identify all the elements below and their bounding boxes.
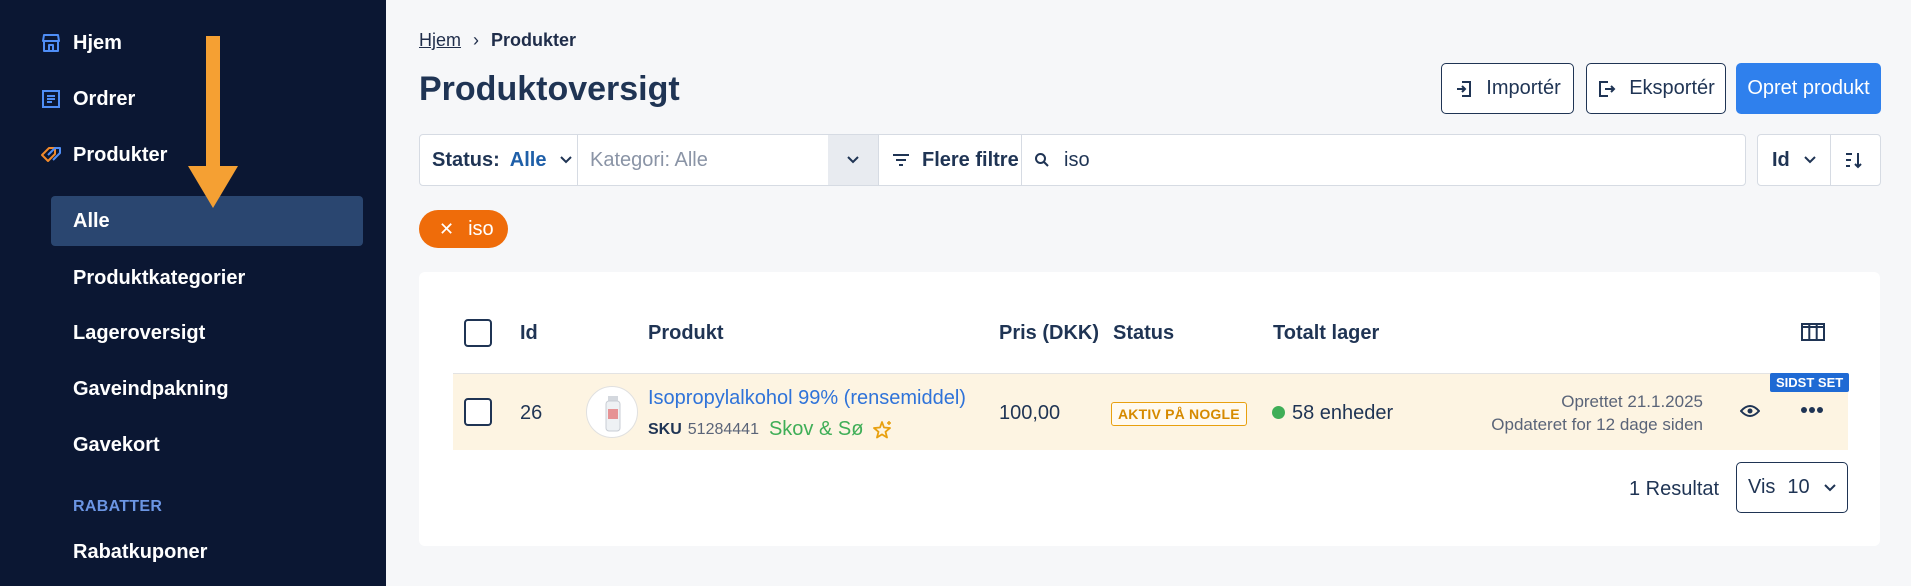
search-input[interactable]: iso	[1034, 135, 1090, 185]
search-value: iso	[1064, 148, 1090, 171]
status-filter-value: Alle	[509, 148, 547, 171]
sort-field-value: Id	[1772, 148, 1790, 171]
search-icon	[1034, 152, 1050, 168]
per-page-label: Vis	[1748, 476, 1776, 498]
nav-label: Produkter	[73, 143, 168, 166]
sub-item-label: Lageroversigt	[73, 321, 206, 344]
store-icon	[40, 32, 62, 54]
sidebar-item-gift-wrap[interactable]: Gaveindpakning	[51, 364, 363, 414]
divider	[1021, 135, 1022, 185]
import-button[interactable]: Importér	[1441, 63, 1574, 114]
chip-label: iso	[468, 217, 494, 240]
product-meta: SKU 51284441 Skov & Sø	[648, 418, 893, 441]
more-filters-button[interactable]: Flere filtre	[892, 135, 1019, 185]
sidebar-item-gift-cards[interactable]: Gavekort	[51, 420, 363, 470]
brand-name: Skov & Sø	[768, 418, 864, 440]
column-header-id[interactable]: Id	[520, 322, 538, 345]
created-date: Oprettet 21.1.2025	[1561, 392, 1703, 411]
chevron-down-icon	[1804, 156, 1816, 164]
row-checkbox[interactable]	[464, 398, 492, 426]
divider	[878, 135, 879, 185]
more-filters-label: Flere filtre	[922, 148, 1019, 171]
column-header-product[interactable]: Produkt	[648, 322, 724, 345]
sidebar-item-coupons[interactable]: Rabatkuponer	[51, 527, 363, 577]
import-icon	[1454, 79, 1474, 99]
filter-bar: Status: Alle Kategori: Alle Flere filtre…	[419, 134, 1746, 186]
divider	[1830, 135, 1831, 185]
nav-label: Hjem	[73, 31, 122, 54]
sub-item-label: Gaveindpakning	[73, 377, 229, 400]
sub-item-label: Rabatkuponer	[73, 540, 208, 563]
receipt-icon	[40, 88, 62, 110]
sort-control: Id	[1757, 134, 1881, 186]
category-filter-input[interactable]: Kategori: Alle	[590, 135, 708, 185]
nav-item-products[interactable]: Produkter	[40, 138, 167, 172]
close-icon[interactable]: ✕	[439, 219, 454, 240]
more-options-icon[interactable]	[1800, 406, 1824, 414]
down-arrow-annotation-icon	[188, 36, 238, 208]
status-badge: AKTIV PÅ NOGLE	[1111, 402, 1247, 426]
sku-label: SKU	[648, 420, 682, 438]
divider	[577, 135, 578, 185]
tag-icon	[40, 144, 62, 166]
nav-item-orders[interactable]: Ordrer	[40, 82, 135, 116]
breadcrumb-separator: ›	[473, 30, 480, 50]
updated-date: Opdateret for 12 dage siden	[1491, 415, 1703, 434]
column-header-status[interactable]: Status	[1113, 322, 1174, 345]
nav-label: Ordrer	[73, 87, 136, 110]
sidebar-item-product-categories[interactable]: Produktkategorier	[51, 253, 363, 303]
stock-status-dot	[1272, 406, 1285, 419]
row-id: 26	[520, 402, 543, 424]
sku-value: 51284441	[687, 420, 759, 438]
search-filter-chip[interactable]: ✕ iso	[419, 210, 508, 248]
export-button[interactable]: Eksportér	[1586, 63, 1726, 114]
columns-icon[interactable]	[1801, 323, 1825, 341]
section-label-discounts: RABATTER	[73, 498, 163, 515]
export-icon	[1597, 79, 1617, 99]
result-count: 1 Resultat	[1629, 478, 1720, 500]
column-header-stock[interactable]: Totalt lager	[1273, 322, 1379, 345]
last-seen-badge: SIDST SET	[1770, 373, 1850, 392]
sidebar-item-inventory[interactable]: Lageroversigt	[51, 308, 363, 358]
chevron-down-icon	[560, 156, 573, 164]
nav-item-home[interactable]: Hjem	[40, 26, 122, 60]
import-label: Importér	[1486, 77, 1561, 99]
sub-item-label: Alle	[73, 209, 110, 232]
filter-icon	[892, 153, 910, 167]
select-all-checkbox[interactable]	[464, 319, 492, 347]
page-title: Produktoversigt	[419, 70, 680, 108]
column-header-price[interactable]: Pris (DKK)	[999, 322, 1099, 345]
product-price: 100,00	[999, 402, 1061, 424]
per-page-value: 10	[1787, 476, 1810, 498]
stock-count: 58 enheder	[1292, 402, 1394, 424]
sort-field-select[interactable]: Id	[1772, 135, 1816, 185]
star-sparkle-icon	[873, 420, 893, 440]
sub-item-label: Produktkategorier	[73, 266, 246, 289]
chevron-down-icon	[847, 156, 859, 164]
chevron-down-icon	[1823, 483, 1836, 492]
export-label: Eksportér	[1629, 77, 1715, 99]
breadcrumb-current: Produkter	[491, 30, 577, 50]
breadcrumb-home-link[interactable]: Hjem	[419, 30, 461, 51]
product-name-link[interactable]: Isopropylalkohol 99% (rensemiddel)	[648, 387, 966, 410]
eye-icon[interactable]	[1740, 404, 1760, 418]
category-dropdown-button[interactable]	[828, 135, 878, 185]
sub-item-label: Gavekort	[73, 433, 160, 456]
sidebar: Hjem Ordrer Produkter Alle Produktkatego…	[0, 0, 386, 586]
breadcrumb: Hjem › Produkter	[419, 30, 576, 51]
create-product-button[interactable]: Opret produkt	[1736, 63, 1881, 114]
status-filter[interactable]: Status: Alle	[432, 135, 573, 185]
status-filter-label: Status:	[432, 148, 500, 171]
per-page-select[interactable]: Vis 10	[1736, 462, 1848, 513]
sort-direction-icon[interactable]	[1844, 150, 1864, 175]
product-thumbnail	[586, 386, 638, 438]
